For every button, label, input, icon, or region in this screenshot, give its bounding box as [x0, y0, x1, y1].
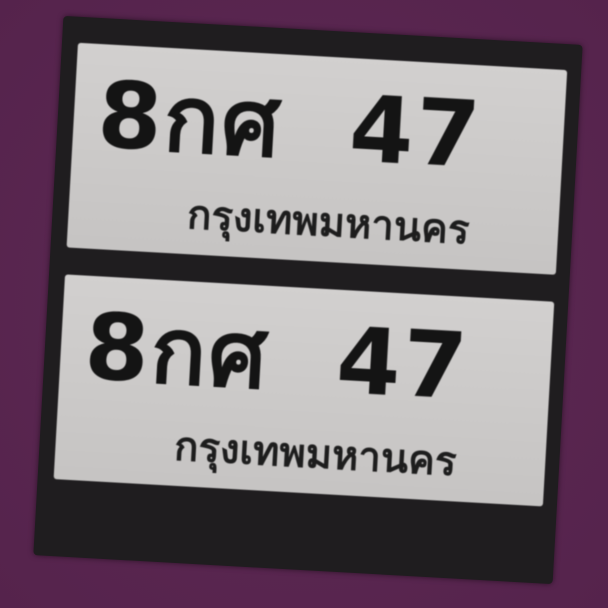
plate-registration-number: 8กศ 47: [82, 292, 472, 421]
license-plate-bottom: 8กศ 47 กรุงเทพมหานคร: [53, 274, 555, 507]
plate-registration-number: 8กศ 47: [95, 61, 485, 190]
license-plate-top: 8กศ 47 กรุงเทพมหานคร: [66, 42, 568, 275]
photo-background: 8กศ 47 กรุงเทพมหานคร 8กศ 47 กรุงเทพมหานค…: [0, 0, 608, 608]
license-plate-frame: 8กศ 47 กรุงเทพมหานคร 8กศ 47 กรุงเทพมหานค…: [33, 15, 583, 585]
